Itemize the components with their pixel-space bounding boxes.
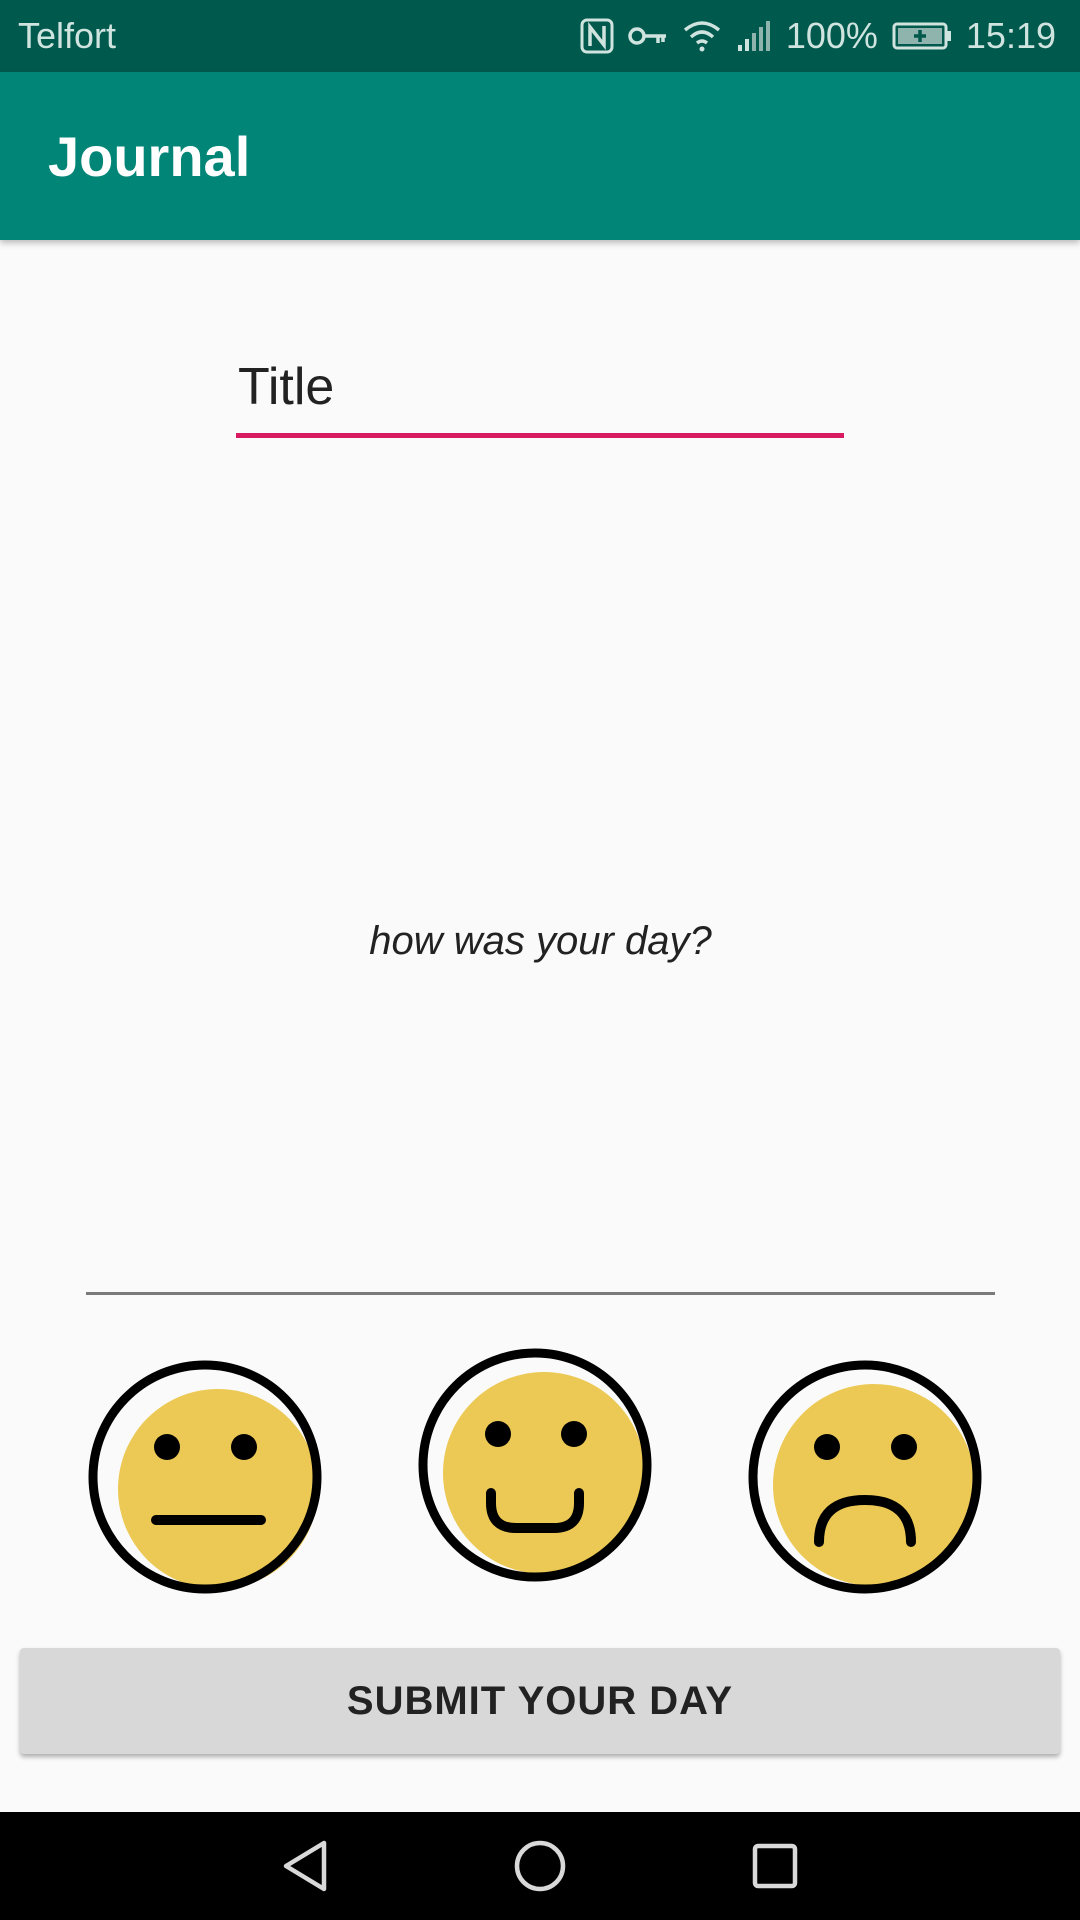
mood-happy-button[interactable] [416,1343,661,1588]
back-icon[interactable] [275,1836,335,1896]
carrier-label: Telfort [18,15,117,56]
wifi-icon [682,20,722,52]
status-icons: 100% 15:19 [580,15,1056,57]
mood-neutral-button[interactable] [86,1355,331,1600]
submit-day-button[interactable]: SUBMIT YOUR DAY [20,1648,1060,1754]
clock: 15:19 [965,15,1056,56]
home-icon[interactable] [510,1836,570,1896]
day-entry-hint: how was your day? [369,918,712,963]
neutral-face-icon [88,1360,322,1594]
signal-icon [736,19,772,53]
vpn-key-icon [628,23,668,49]
app-title: Journal [48,124,251,188]
sad-face-icon [748,1360,982,1594]
recents-icon[interactable] [745,1836,805,1896]
app-bar: Journal [0,72,1080,240]
title-input[interactable] [236,350,844,438]
mood-sad-button[interactable] [746,1355,991,1600]
battery-charging-icon [892,21,952,51]
happy-face-icon [418,1348,652,1582]
nfc-icon [580,18,614,54]
navigation-bar [0,1812,1080,1920]
status-bar: Telfort 100% 15:19 [0,0,1080,72]
title-field-container [236,350,844,438]
day-entry-field[interactable]: how was your day? [86,480,995,1295]
battery-percent: 100% [785,15,878,56]
